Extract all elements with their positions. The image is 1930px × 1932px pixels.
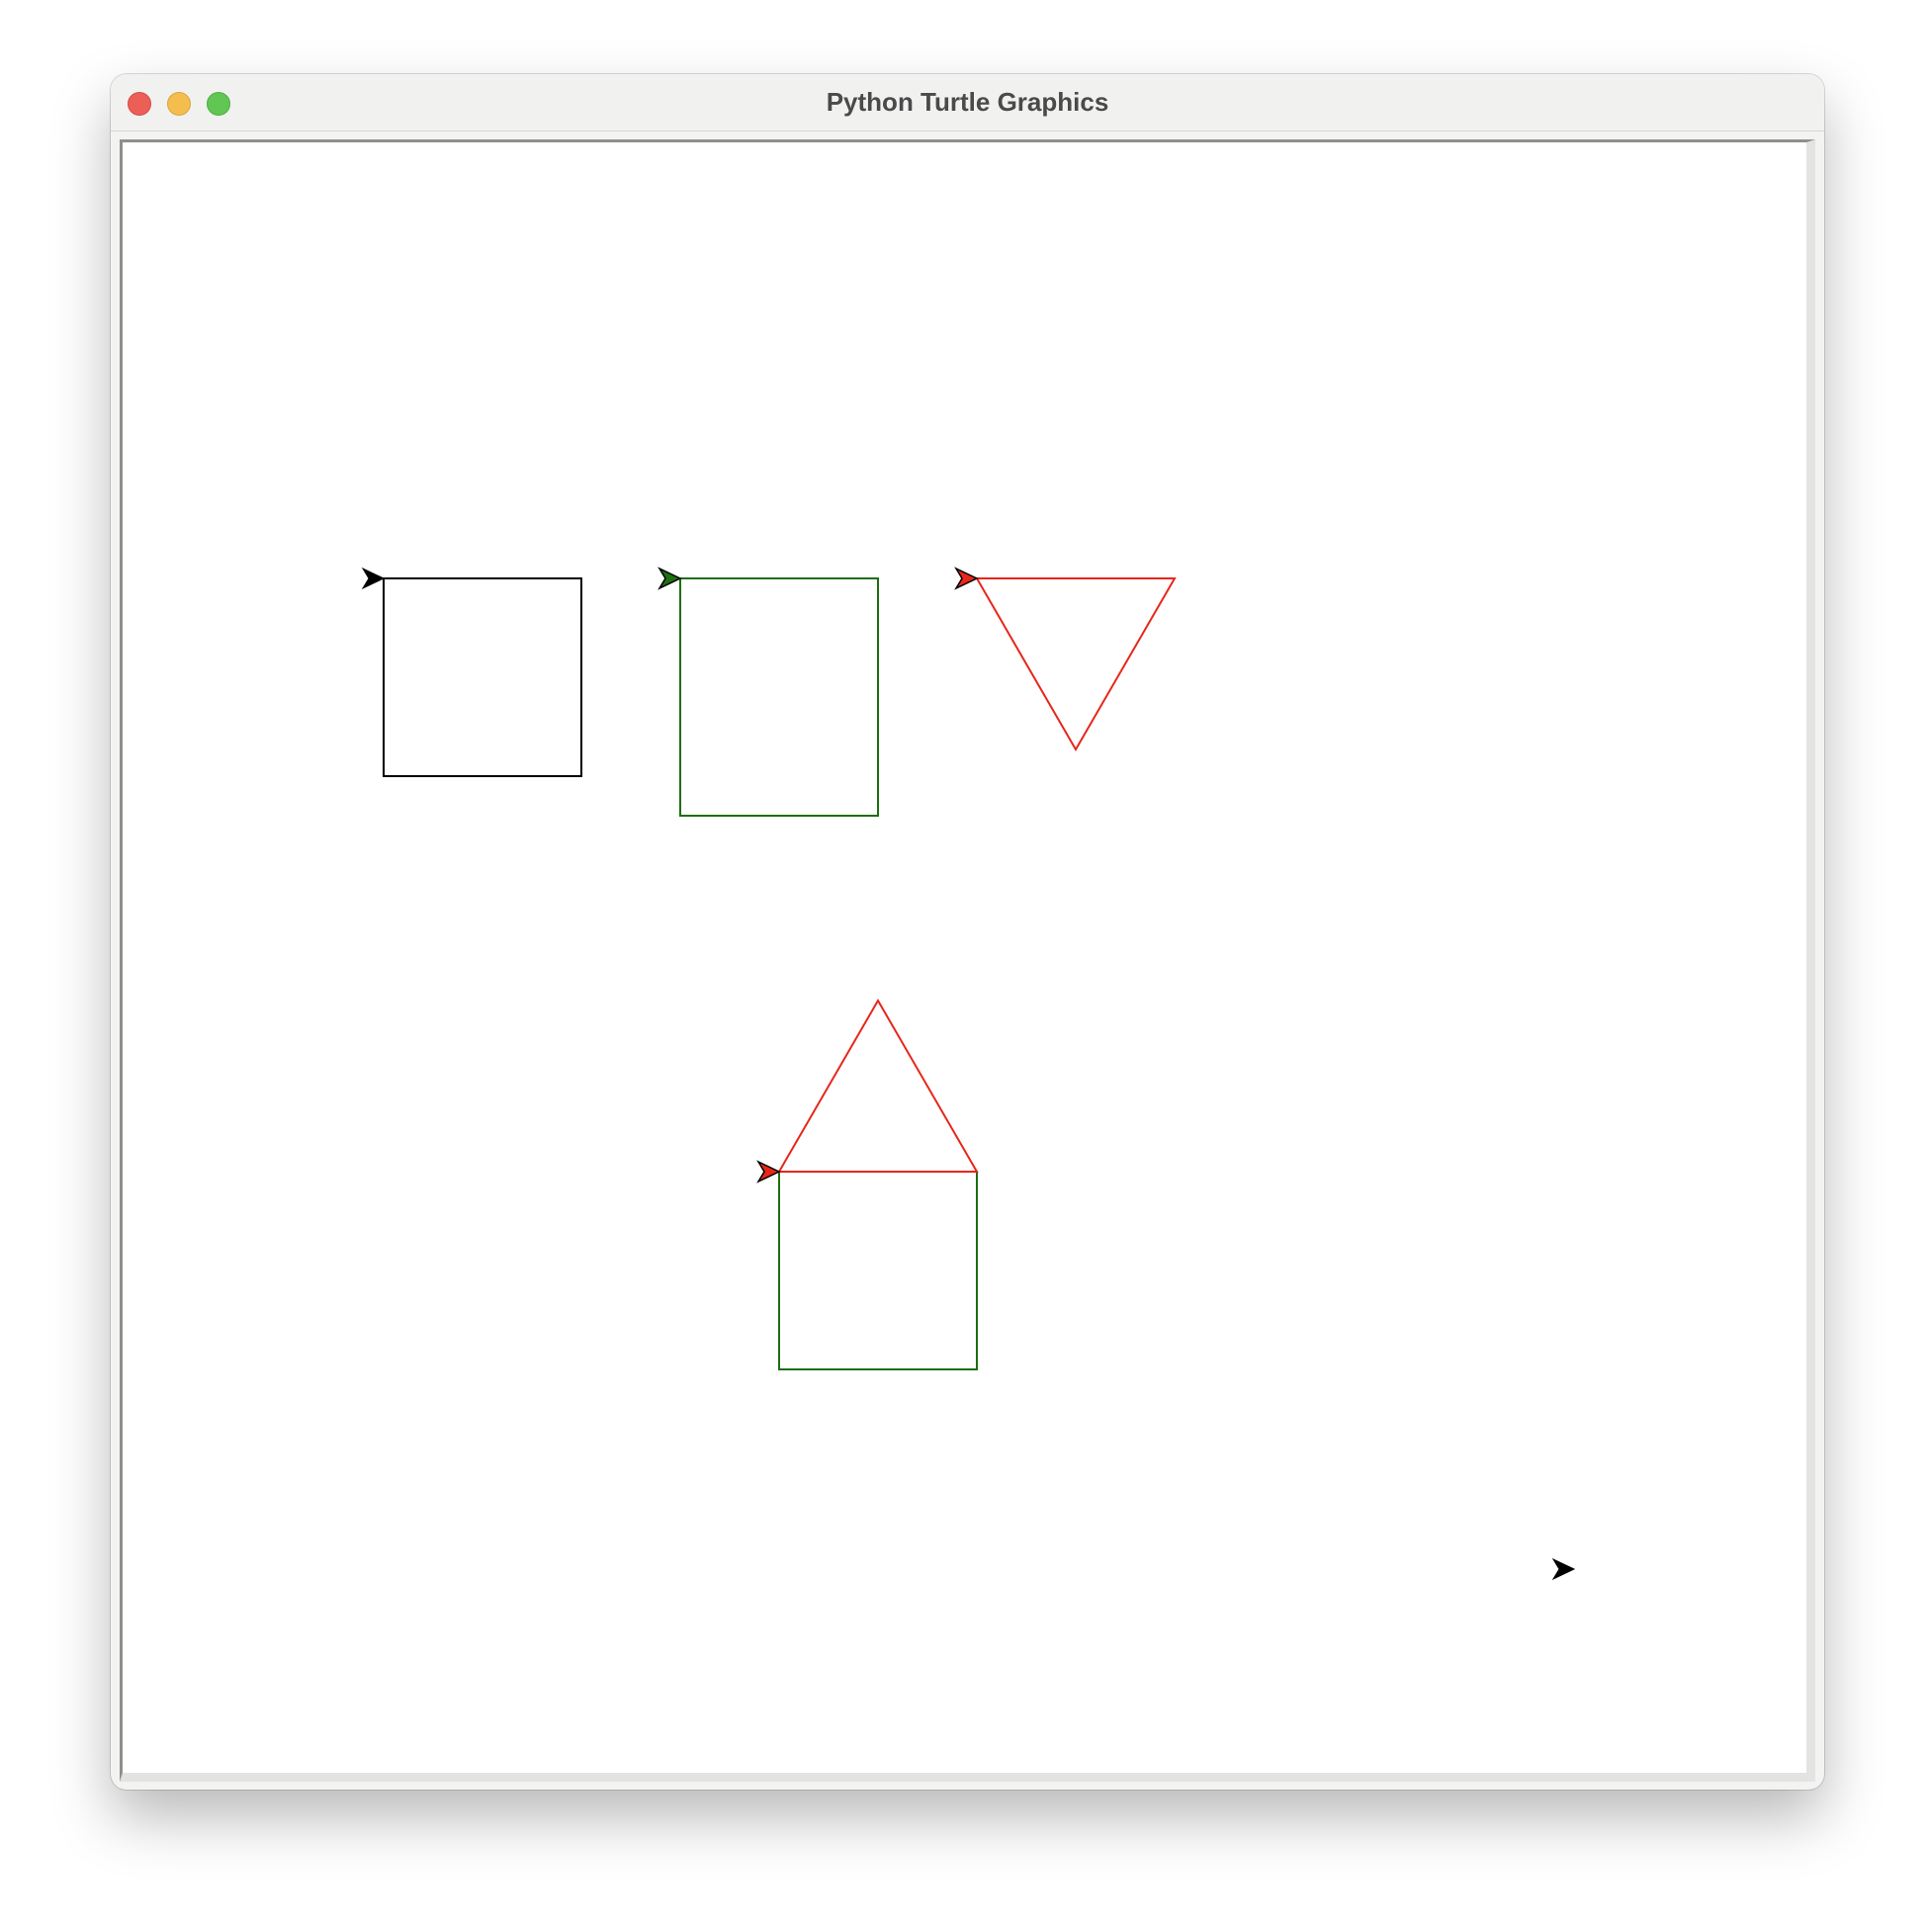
turtle-arrow-icon [756, 1160, 781, 1184]
turtle-window: Python Turtle Graphics [111, 74, 1824, 1790]
turtle-canvas[interactable] [123, 142, 1806, 1773]
green-rectangle [679, 577, 879, 817]
turtle-arrow-icon [361, 567, 386, 590]
turtle-canvas-frame [120, 139, 1815, 1782]
red-triangle [975, 577, 1177, 751]
turtle-arrow-icon [1551, 1557, 1576, 1581]
window-title: Python Turtle Graphics [826, 87, 1109, 117]
turtle-arrow-icon [954, 567, 979, 590]
house-roof-triangle [777, 999, 979, 1173]
title-bar[interactable]: Python Turtle Graphics [111, 74, 1824, 132]
turtle-arrow-icon [658, 567, 682, 590]
black-square [383, 577, 582, 777]
house-body-square [778, 1171, 978, 1370]
